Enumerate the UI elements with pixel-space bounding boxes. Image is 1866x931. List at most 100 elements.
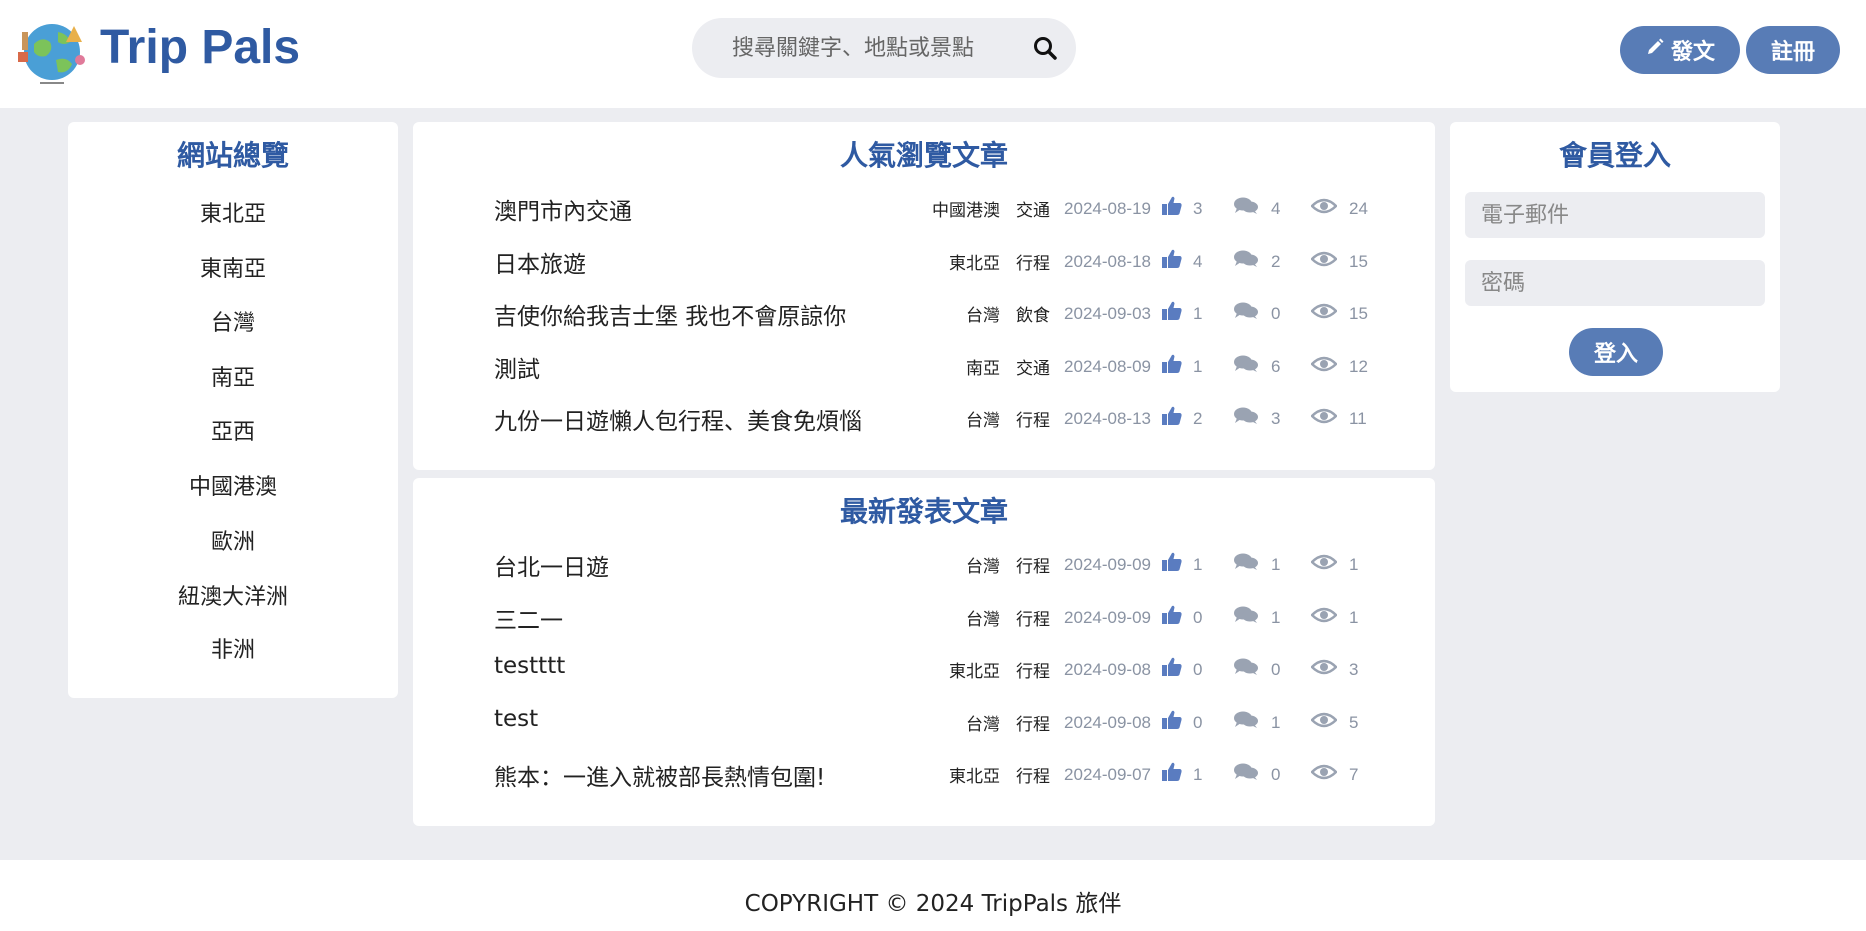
search-input[interactable]	[732, 18, 1022, 78]
comments-icon[interactable]	[1233, 605, 1259, 630]
brand-title[interactable]: Trip Pals	[100, 20, 300, 75]
view-count: 1	[1349, 607, 1359, 627]
article-row[interactable]: 熊本：一進入就被部長熱情包圍! 東北亞 行程 2024-09-07 1 0 7	[413, 750, 1435, 792]
region-link[interactable]: 非洲	[68, 632, 398, 664]
article-title[interactable]: test	[494, 706, 538, 732]
article-category[interactable]: 行程	[1016, 762, 1050, 787]
like-count: 2	[1193, 408, 1203, 428]
article-category[interactable]: 行程	[1016, 710, 1050, 735]
thumbs-up-icon[interactable]	[1161, 406, 1183, 431]
thumbs-up-icon[interactable]	[1161, 552, 1183, 577]
article-category[interactable]: 交通	[1016, 196, 1050, 221]
thumbs-up-icon[interactable]	[1161, 710, 1183, 735]
eye-icon	[1310, 658, 1338, 681]
register-button[interactable]: 註冊	[1746, 26, 1840, 74]
article-category[interactable]: 行程	[1016, 552, 1050, 577]
region-link[interactable]: 紐澳大洋洲	[68, 579, 398, 611]
post-button[interactable]: 發文	[1620, 26, 1740, 74]
thumbs-up-icon[interactable]	[1161, 354, 1183, 379]
comments-icon[interactable]	[1233, 552, 1259, 577]
register-button-label: 註冊	[1770, 40, 1815, 65]
article-title[interactable]: 三二一	[494, 601, 563, 635]
region-link[interactable]: 中國港澳	[68, 469, 398, 501]
article-region[interactable]: 台灣	[966, 406, 1000, 431]
article-title[interactable]: 日本旅遊	[494, 245, 586, 279]
like-count: 0	[1193, 607, 1203, 627]
article-category[interactable]: 飲食	[1016, 301, 1050, 326]
article-region[interactable]: 台灣	[966, 710, 1000, 735]
thumbs-up-icon[interactable]	[1161, 605, 1183, 630]
thumbs-up-icon[interactable]	[1161, 301, 1183, 326]
login-button[interactable]: 登入	[1569, 328, 1663, 376]
comments-icon[interactable]	[1233, 249, 1259, 274]
article-region[interactable]: 東北亞	[949, 657, 1000, 682]
article-category[interactable]: 行程	[1016, 406, 1050, 431]
article-title[interactable]: 吉使你給我吉士堡 我也不會原諒你	[494, 297, 846, 331]
latest-articles-title: 最新發表文章	[839, 495, 1008, 528]
thumbs-up-icon[interactable]	[1161, 249, 1183, 274]
article-region[interactable]: 東北亞	[949, 762, 1000, 787]
comments-icon[interactable]	[1233, 710, 1259, 735]
article-region[interactable]: 台灣	[966, 301, 1000, 326]
region-link[interactable]: 東南亞	[68, 251, 398, 283]
article-category[interactable]: 交通	[1016, 354, 1050, 379]
article-category[interactable]: 行程	[1016, 605, 1050, 630]
latest-articles-panel: 最新發表文章 台北一日遊 台灣 行程 2024-09-09 1 1 1 三二一 台灣 行程 2024…	[413, 478, 1435, 826]
article-row[interactable]: 三二一 台灣 行程 2024-09-09 0 1 1	[413, 593, 1435, 635]
thumbs-up-icon[interactable]	[1161, 762, 1183, 787]
comment-count: 0	[1271, 659, 1281, 679]
article-row[interactable]: 台北一日遊 台灣 行程 2024-09-09 1 1 1	[413, 540, 1435, 582]
comments-icon[interactable]	[1233, 354, 1259, 379]
globe-logo-icon[interactable]	[12, 12, 98, 92]
thumbs-up-icon[interactable]	[1161, 196, 1183, 221]
search-icon[interactable]	[1032, 35, 1058, 61]
comments-icon[interactable]	[1233, 196, 1259, 221]
article-region[interactable]: 台灣	[966, 552, 1000, 577]
article-meta: 南亞 交通 2024-08-09 1 6 12	[966, 354, 1368, 379]
article-meta: 台灣 行程 2024-09-09 1 1 1	[966, 552, 1367, 577]
article-region[interactable]: 台灣	[966, 605, 1000, 630]
like-count: 4	[1193, 251, 1203, 271]
email-field[interactable]	[1465, 192, 1765, 238]
article-meta: 台灣 行程 2024-09-09 0 1 1	[966, 605, 1367, 630]
like-count: 1	[1193, 356, 1203, 376]
region-link[interactable]: 亞西	[68, 414, 398, 446]
eye-icon	[1310, 355, 1338, 378]
region-link[interactable]: 南亞	[68, 360, 398, 392]
comments-icon[interactable]	[1233, 762, 1259, 787]
article-title[interactable]: 九份一日遊懶人包行程、美食免煩惱	[494, 402, 862, 436]
view-count: 24	[1349, 198, 1368, 218]
article-row[interactable]: testttt 東北亞 行程 2024-09-08 0 0 3	[413, 645, 1435, 685]
article-category[interactable]: 行程	[1016, 657, 1050, 682]
password-field[interactable]	[1465, 260, 1765, 306]
article-title[interactable]: 台北一日遊	[494, 548, 609, 582]
view-count: 5	[1349, 712, 1359, 732]
article-region[interactable]: 中國港澳	[932, 196, 1000, 221]
comment-count: 1	[1271, 554, 1281, 574]
region-link[interactable]: 台灣	[68, 305, 398, 337]
article-category[interactable]: 行程	[1016, 249, 1050, 274]
comments-icon[interactable]	[1233, 406, 1259, 431]
like-count: 0	[1193, 712, 1203, 732]
article-row[interactable]: 澳門市內交通 中國港澳 交通 2024-08-19 3 4 24	[413, 184, 1435, 226]
article-title[interactable]: 測試	[494, 350, 540, 384]
article-title[interactable]: 澳門市內交通	[494, 192, 632, 226]
article-row[interactable]: 測試 南亞 交通 2024-08-09 1 6 12	[413, 342, 1435, 384]
article-row[interactable]: 吉使你給我吉士堡 我也不會原諒你 台灣 飲食 2024-09-03 1 0 15	[413, 289, 1435, 331]
region-link[interactable]: 歐洲	[68, 524, 398, 556]
article-row[interactable]: 日本旅遊 東北亞 行程 2024-08-18 4 2 15	[413, 237, 1435, 279]
article-title[interactable]: testttt	[494, 653, 565, 679]
region-link[interactable]: 東北亞	[68, 196, 398, 228]
article-row[interactable]: 九份一日遊懶人包行程、美食免煩惱 台灣 行程 2024-08-13 2 3 11	[413, 394, 1435, 436]
article-row[interactable]: test 台灣 行程 2024-09-08 0 1 5	[413, 698, 1435, 738]
article-date: 2024-09-03	[1064, 303, 1151, 323]
copyright-text: COPYRIGHT © 2024 TripPals 旅伴	[744, 891, 1122, 917]
comments-icon[interactable]	[1233, 657, 1259, 682]
thumbs-up-icon[interactable]	[1161, 657, 1183, 682]
article-title[interactable]: 熊本：一進入就被部長熱情包圍!	[494, 758, 825, 792]
article-region[interactable]: 南亞	[966, 354, 1000, 379]
article-date: 2024-08-19	[1064, 198, 1151, 218]
comment-count: 1	[1271, 712, 1281, 732]
comments-icon[interactable]	[1233, 301, 1259, 326]
article-region[interactable]: 東北亞	[949, 249, 1000, 274]
